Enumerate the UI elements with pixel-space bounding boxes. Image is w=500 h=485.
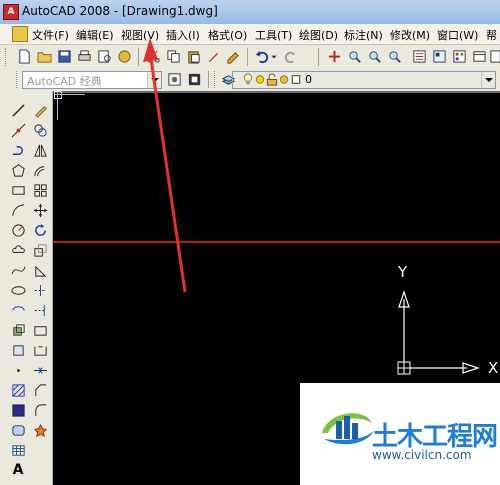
- ellipse-arc-icon[interactable]: [9, 301, 27, 319]
- table-icon[interactable]: [9, 441, 27, 459]
- copy-icon[interactable]: [165, 48, 182, 65]
- fillet-icon[interactable]: [31, 401, 49, 419]
- spline-icon[interactable]: [9, 261, 27, 279]
- preview-icon[interactable]: [96, 48, 113, 65]
- paste-icon[interactable]: [185, 48, 202, 65]
- civilcn-logo: [322, 413, 374, 445]
- extend-icon[interactable]: [31, 301, 49, 319]
- workspace-layers-toolbar: AutoCAD 经典 0: [0, 69, 500, 92]
- erase-icon[interactable]: [31, 101, 49, 119]
- copy-object-icon[interactable]: [31, 121, 49, 139]
- standard-toolbar: [0, 45, 500, 70]
- ucs-y-label: Y: [397, 263, 408, 281]
- menu-view[interactable]: 视图(V): [121, 27, 159, 43]
- line-icon[interactable]: [9, 101, 27, 119]
- polyline-icon[interactable]: [9, 141, 27, 159]
- rectangle-icon[interactable]: [9, 181, 27, 199]
- open-icon[interactable]: [36, 48, 53, 65]
- title-bar: A AutoCAD 2008 - [Drawing1.dwg]: [0, 0, 500, 25]
- offset-icon[interactable]: [31, 161, 49, 179]
- properties-icon[interactable]: [411, 48, 428, 65]
- rotate-icon[interactable]: [31, 221, 49, 239]
- workspace-settings-icon[interactable]: [166, 71, 183, 88]
- toolbar-grip[interactable]: [214, 71, 218, 88]
- pan-icon[interactable]: [326, 48, 343, 65]
- chevron-down-icon[interactable]: [147, 72, 161, 88]
- window-title: AutoCAD 2008 - [Drawing1.dwg]: [22, 4, 218, 18]
- document-icon[interactable]: [12, 26, 28, 42]
- tool-palettes-icon[interactable]: [451, 48, 468, 65]
- menu-modify[interactable]: 修改(M): [390, 27, 430, 43]
- insert-block-icon[interactable]: [9, 321, 27, 339]
- trim-icon[interactable]: [31, 281, 49, 299]
- join-icon[interactable]: [31, 361, 49, 379]
- workspace-combo-value: AutoCAD 经典: [27, 75, 102, 88]
- plot-icon[interactable]: [76, 48, 93, 65]
- separator: [247, 48, 248, 66]
- autocad-app-icon[interactable]: A: [3, 4, 19, 20]
- cut-icon[interactable]: [145, 48, 162, 65]
- zoom-previous-icon[interactable]: [386, 48, 403, 65]
- array-icon[interactable]: [31, 181, 49, 199]
- menu-insert[interactable]: 插入(I): [166, 27, 200, 43]
- toolbar-grip[interactable]: [16, 71, 20, 88]
- ellipse-icon[interactable]: [9, 281, 27, 299]
- chevron-down-icon[interactable]: [481, 72, 495, 88]
- menu-window[interactable]: 窗口(W): [437, 27, 478, 43]
- sheet-set-icon[interactable]: [471, 48, 488, 65]
- chamfer-icon[interactable]: [31, 381, 49, 399]
- redo-icon[interactable]: [282, 48, 299, 65]
- revision-cloud-icon[interactable]: [9, 241, 27, 259]
- arc-icon[interactable]: [9, 201, 27, 219]
- polygon-icon[interactable]: [9, 161, 27, 179]
- move-icon[interactable]: [31, 201, 49, 219]
- left-toolbars: A: [0, 91, 53, 485]
- undo-icon[interactable]: [254, 48, 271, 65]
- menu-tools[interactable]: 工具(T): [255, 27, 292, 43]
- multiline-text-button[interactable]: A: [9, 461, 27, 479]
- new-icon[interactable]: [16, 48, 33, 65]
- separator: [318, 48, 319, 66]
- point-icon[interactable]: [9, 361, 27, 379]
- menu-draw[interactable]: 绘图(D): [299, 27, 338, 43]
- separator: [138, 48, 139, 66]
- undo-dropdown-icon[interactable]: [270, 48, 278, 65]
- scale-icon[interactable]: [31, 241, 49, 259]
- save-icon[interactable]: [56, 48, 73, 65]
- mirror-icon[interactable]: [31, 141, 49, 159]
- menu-bar: 文件(F) 编辑(E) 视图(V) 插入(I) 格式(O) 工具(T) 绘图(D…: [0, 24, 500, 45]
- ucs-x-label: X: [488, 359, 498, 377]
- markup-icon[interactable]: [488, 48, 500, 65]
- menu-dimension[interactable]: 标注(N): [344, 27, 383, 43]
- save-workspace-icon[interactable]: [186, 71, 203, 88]
- gradient-icon[interactable]: [9, 401, 27, 419]
- circle-icon[interactable]: [9, 221, 27, 239]
- break-at-point-icon[interactable]: [31, 321, 49, 339]
- region-icon[interactable]: [9, 421, 27, 439]
- text-tool-label: A: [12, 462, 24, 478]
- layer-combo[interactable]: [232, 71, 496, 89]
- menu-format[interactable]: 格式(O): [208, 27, 247, 43]
- design-center-icon[interactable]: [431, 48, 448, 65]
- explode-icon[interactable]: [31, 421, 49, 439]
- ucs-icon: [397, 290, 480, 375]
- block-editor-icon[interactable]: [225, 48, 242, 65]
- zoom-window-icon[interactable]: [366, 48, 383, 65]
- menu-edit[interactable]: 编辑(E): [76, 27, 114, 43]
- match-properties-icon[interactable]: [205, 48, 222, 65]
- stretch-icon[interactable]: [31, 261, 49, 279]
- zoom-realtime-icon[interactable]: [346, 48, 363, 65]
- menu-help[interactable]: 帮: [486, 27, 497, 43]
- break-icon[interactable]: [31, 341, 49, 359]
- watermark-url: www.civilcn.com: [372, 448, 472, 462]
- publish-icon[interactable]: [116, 48, 133, 65]
- make-block-icon[interactable]: [9, 341, 27, 359]
- construction-line-icon[interactable]: [9, 121, 27, 139]
- watermark: 土木工程网 www.civilcn.com: [300, 383, 500, 485]
- hatch-icon[interactable]: [9, 381, 27, 399]
- toolbar-grip[interactable]: [5, 48, 9, 66]
- menu-file[interactable]: 文件(F): [32, 27, 69, 43]
- workspace-combo[interactable]: AutoCAD 经典: [22, 71, 162, 89]
- separator: [208, 71, 209, 88]
